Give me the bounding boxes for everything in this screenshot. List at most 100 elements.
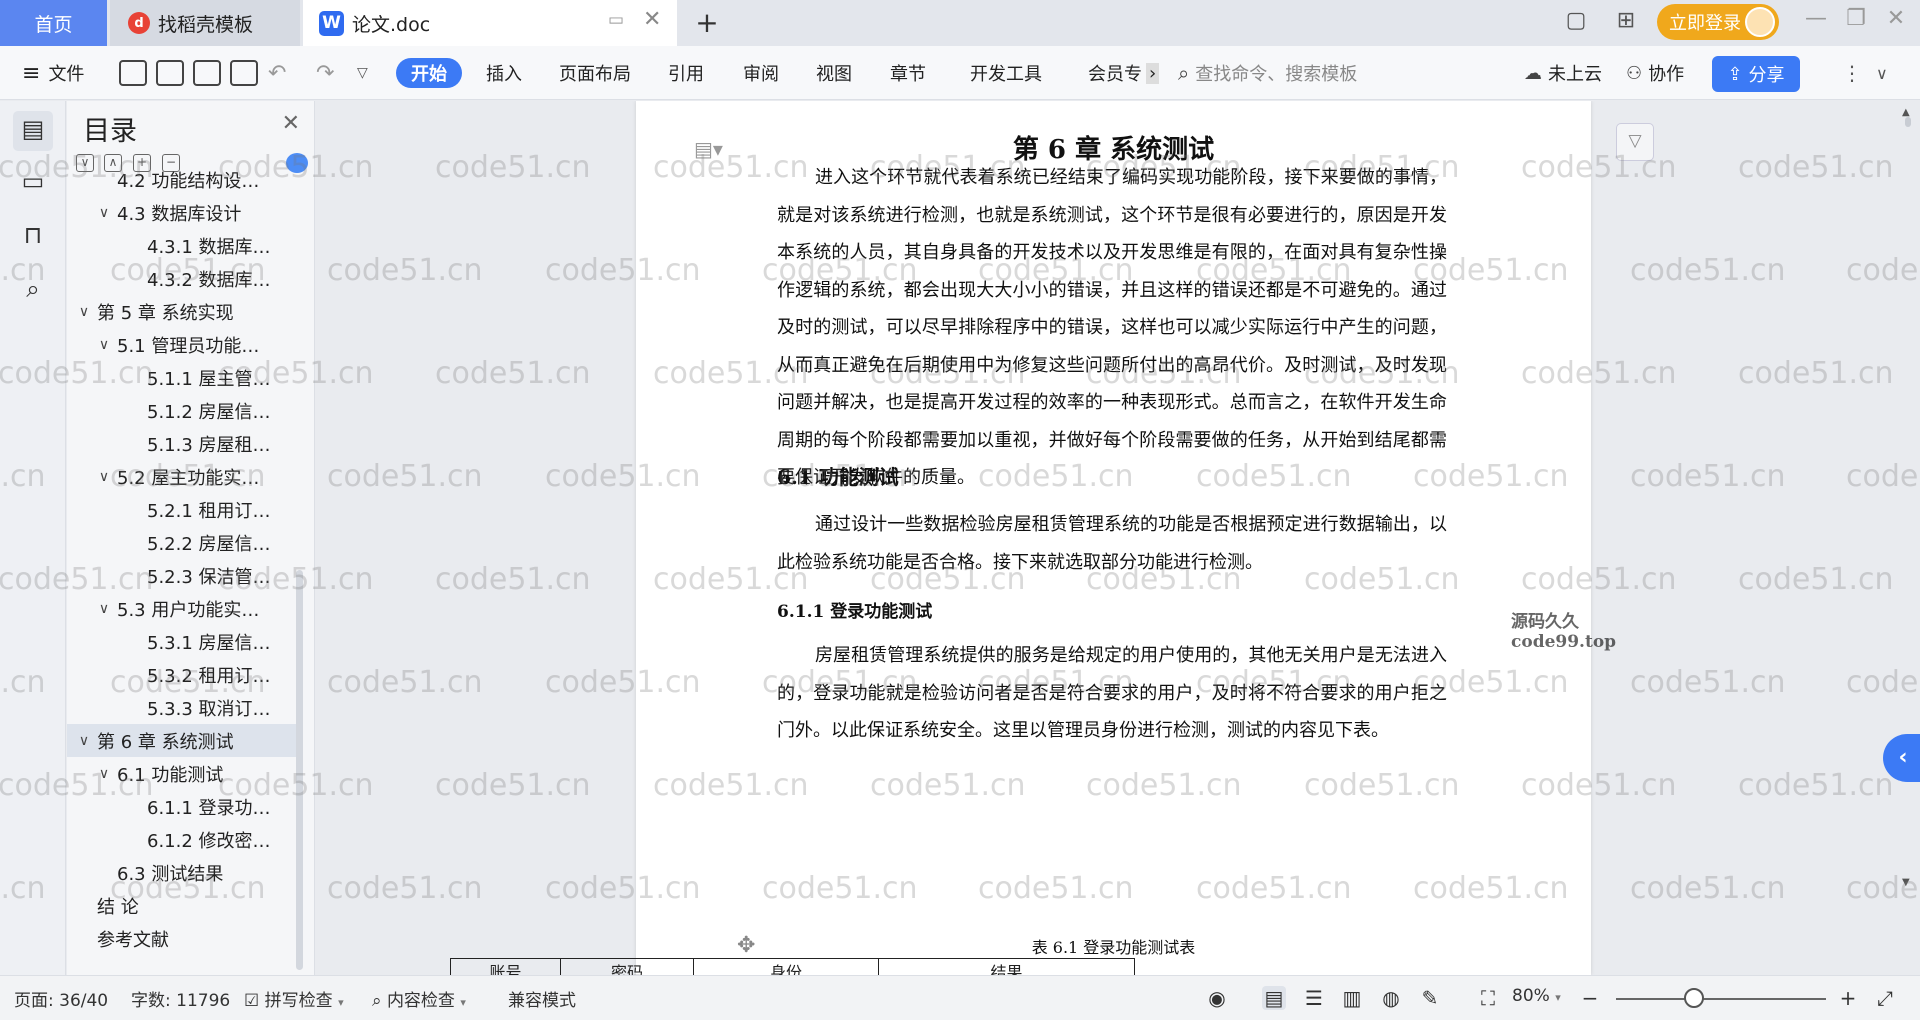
undo-icon[interactable]: ↶ — [268, 58, 286, 88]
reading-view-icon[interactable]: ▥ — [1340, 986, 1364, 1010]
zoom-in-icon[interactable]: + — [1836, 986, 1860, 1010]
scroll-thumb[interactable] — [1905, 117, 1911, 127]
toc-item[interactable]: ∨ 5.2 屋主功能实… — [67, 460, 297, 493]
toc-item[interactable]: 5.2.1 租用订… — [67, 493, 297, 526]
tab-insert[interactable]: 插入 — [486, 58, 522, 88]
spell-check[interactable]: ☑ 拼写检查 ▾ — [244, 986, 344, 1011]
toc-item[interactable]: ∨ 5.1 管理员功能… — [67, 328, 297, 361]
tab-document[interactable]: W 论文.doc ▭ ✕ — [303, 0, 677, 46]
tab-devtools[interactable]: 开发工具 — [970, 58, 1042, 88]
eye-protect-icon[interactable]: ◉ — [1205, 986, 1229, 1010]
tab-review[interactable]: 审阅 — [743, 58, 779, 88]
zoom-level[interactable]: 80% ▾ — [1512, 986, 1561, 1006]
chevron-down-icon[interactable]: ∨ — [75, 304, 93, 320]
chevron-down-icon[interactable]: ∨ — [75, 733, 93, 749]
toc-item[interactable]: 6.1.1 登录功… — [67, 790, 297, 823]
tab-member[interactable]: 会员专 › — [1088, 58, 1160, 88]
tab-page-layout[interactable]: 页面布局 — [559, 58, 631, 88]
tab-template[interactable]: d 找稻壳模板 — [110, 0, 300, 46]
toc-item[interactable]: 结 论 — [67, 889, 297, 922]
toc-item[interactable]: 6.1.2 修改密… — [67, 823, 297, 856]
toc-item[interactable]: ∨ 6.1 功能测试 — [67, 757, 297, 790]
toc-item[interactable]: 5.3.1 房屋信… — [67, 625, 297, 658]
side-panel-toggle-icon[interactable]: ▽ — [1616, 123, 1654, 161]
page-view-icon[interactable]: ▤ — [1262, 986, 1286, 1010]
more-icon[interactable]: ⋮ — [1842, 58, 1862, 88]
toc-item[interactable]: 6.3 测试结果 — [67, 856, 297, 889]
chevron-down-icon[interactable]: ∨ — [95, 337, 113, 353]
toc-item[interactable]: 5.2.2 房屋信… — [67, 526, 297, 559]
plus-icon[interactable]: + — [692, 6, 722, 39]
redo-icon[interactable]: ↷ — [316, 58, 334, 88]
toc-item[interactable]: 5.1.3 房屋租… — [67, 427, 297, 460]
toc-item[interactable]: 5.3.3 取消订… — [67, 691, 297, 724]
print-preview-icon[interactable] — [230, 60, 258, 86]
chevron-right-icon[interactable]: › — [1146, 62, 1160, 84]
avatar — [1745, 7, 1775, 37]
toc-item[interactable]: ∨ 第 5 章 系统实现 — [67, 295, 297, 328]
pen-icon[interactable]: ✎ — [1418, 986, 1442, 1010]
toc-item[interactable]: ∨ 4.3 数据库设计 — [67, 196, 297, 229]
tab-home[interactable]: 首页 — [0, 0, 107, 46]
tab-chapter[interactable]: 章节 — [890, 58, 926, 88]
restore-icon[interactable]: ❐ — [1836, 6, 1876, 31]
toc-item[interactable]: 5.2.3 保洁管… — [67, 559, 297, 592]
zoom-slider[interactable] — [1616, 998, 1826, 1000]
command-search[interactable]: ⌕ 查找命令、搜索模板 — [1178, 58, 1357, 88]
toc-item[interactable]: 4.3.2 数据库… — [67, 262, 297, 295]
layout-icon[interactable]: ▢ — [1560, 8, 1592, 33]
collaborate-label: 协作 — [1648, 64, 1685, 85]
minimize-icon[interactable]: — — [1796, 6, 1836, 31]
toc-item[interactable]: ∨ 第 6 章 系统测试 — [67, 724, 297, 757]
toc-item[interactable]: 5.3.2 租用订… — [67, 658, 297, 691]
word-count[interactable]: 字数: 11796 — [131, 986, 230, 1011]
search-icon[interactable]: ⌕ — [17, 275, 49, 307]
toc-panel-icon[interactable]: ▤ — [13, 111, 53, 151]
collaborate-button[interactable]: ⚇ 协作 — [1626, 58, 1684, 88]
tab-reference[interactable]: 引用 — [668, 58, 704, 88]
toc-scrollbar[interactable] — [296, 570, 303, 970]
chevron-down-icon[interactable]: ∨ — [95, 601, 113, 617]
chevron-down-icon[interactable]: ▽ — [357, 58, 368, 88]
toc-item[interactable]: 参考文献 — [67, 922, 297, 955]
web-view-icon[interactable]: ◍ — [1379, 986, 1403, 1010]
toc-item[interactable]: 4.3.1 数据库… — [67, 229, 297, 262]
document-scrollbar[interactable]: ▲ ▼ — [1902, 107, 1914, 967]
share-button[interactable]: ⇪ 分享 — [1712, 56, 1800, 92]
page-indicator[interactable]: 页面: 36/40 — [14, 986, 108, 1011]
toc-item[interactable]: ∨ 5.3 用户功能实… — [67, 592, 297, 625]
close-icon[interactable]: ✕ — [282, 111, 300, 136]
cloud-status[interactable]: ☁ 未上云 — [1524, 58, 1602, 88]
toc-item[interactable]: 4.2 功能结构设… — [67, 163, 297, 196]
bookmark-icon[interactable]: ⊓ — [17, 221, 49, 253]
chevron-down-icon[interactable]: ∨ — [95, 469, 113, 485]
zoom-out-icon[interactable]: − — [1578, 986, 1602, 1010]
tab-view[interactable]: 视图 — [816, 58, 852, 88]
print-icon[interactable] — [193, 60, 221, 86]
move-handle-icon[interactable]: ✥ — [737, 933, 755, 958]
close-window-icon[interactable]: ✕ — [1876, 6, 1916, 31]
login-button[interactable]: 立即登录 — [1657, 4, 1779, 40]
toc-item[interactable]: 5.1.1 屋主管… — [67, 361, 297, 394]
chevron-down-icon[interactable]: ∨ — [95, 205, 113, 221]
screen-icon[interactable]: ▭ — [608, 10, 624, 30]
collapse-ribbon-icon[interactable]: ∨ — [1876, 58, 1888, 88]
close-tab-icon[interactable]: ✕ — [643, 7, 661, 32]
toc-item[interactable]: 5.1.2 房屋信… — [67, 394, 297, 427]
save-icon[interactable] — [119, 60, 147, 86]
navigation-icon[interactable]: ▭ — [17, 167, 49, 199]
tab-start[interactable]: 开始 — [396, 58, 462, 88]
zoom-slider-thumb[interactable] — [1684, 988, 1704, 1008]
compat-mode[interactable]: 兼容模式 — [508, 986, 576, 1011]
export-icon[interactable] — [156, 60, 184, 86]
content-check[interactable]: ⌕ 内容检查 ▾ — [372, 986, 466, 1011]
fullscreen-icon[interactable]: ⤢ — [1873, 986, 1897, 1010]
login-test-table[interactable]: 账号 密码 身份 结果 — [450, 958, 1135, 975]
fit-page-icon[interactable]: ⛶ — [1476, 986, 1500, 1010]
outline-view-icon[interactable]: ☰ — [1302, 986, 1326, 1010]
file-menu[interactable]: ≡ 文件 — [22, 58, 84, 88]
scroll-down-icon[interactable]: ▼ — [1902, 877, 1910, 888]
document-page[interactable]: ▤▾ 第 6 章 系统测试 进入这个环节就代表着系统已经结束了编码实现功能阶段，… — [636, 101, 1616, 975]
grid-apps-icon[interactable]: ⊞ — [1610, 8, 1642, 33]
chevron-down-icon[interactable]: ∨ — [95, 766, 113, 782]
